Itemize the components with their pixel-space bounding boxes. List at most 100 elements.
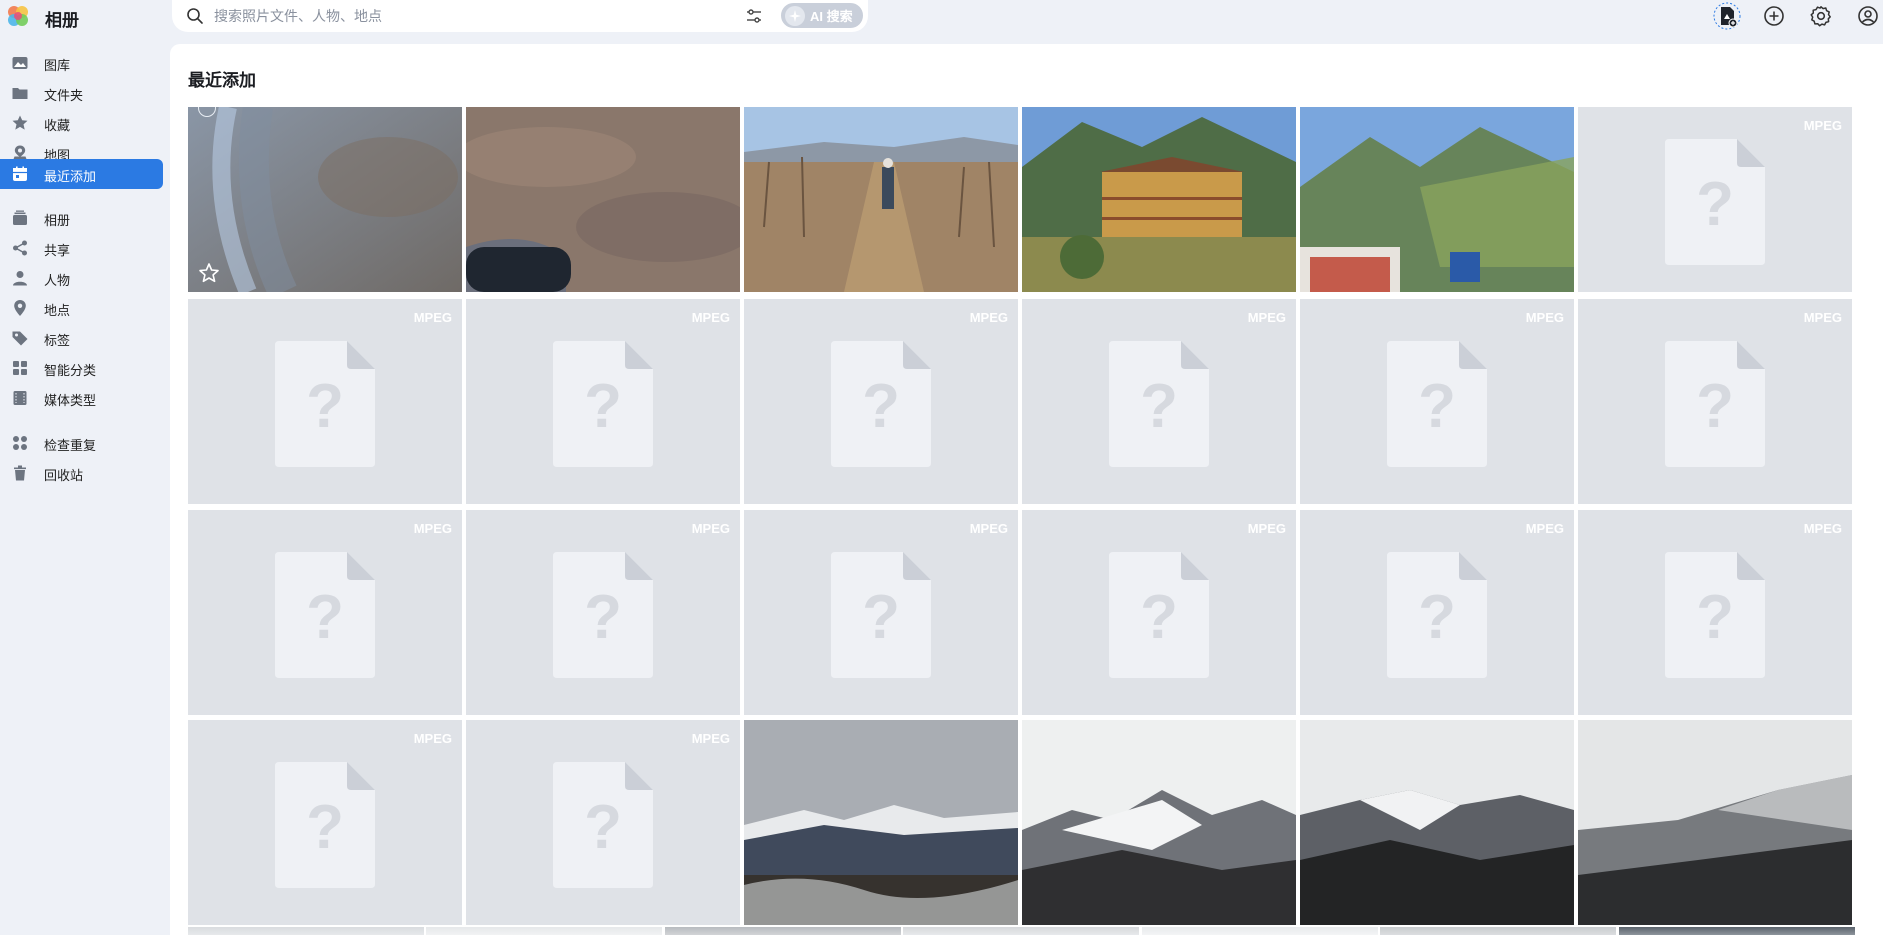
sidebar-item-media-types[interactable]: 媒体类型	[0, 383, 163, 413]
placeholder-thumbnail[interactable]: MPEG ?	[1300, 299, 1574, 504]
placeholder-thumbnail[interactable]: MPEG ?	[188, 299, 462, 504]
placeholder-thumbnail[interactable]: MPEG ?	[1022, 510, 1296, 715]
sidebar-item-albums[interactable]: 相册	[0, 203, 163, 233]
placeholder-thumbnail[interactable]: MPEG ?	[744, 510, 1018, 715]
placeholder-thumbnail[interactable]: MPEG ?	[466, 720, 740, 925]
tag-icon	[11, 329, 29, 347]
unknown-file-icon: ?	[275, 551, 375, 678]
unknown-file-icon: ?	[275, 340, 375, 467]
file-type-label: MPEG	[1803, 310, 1842, 325]
page-title: 最近添加	[188, 71, 256, 90]
gallery-icon	[11, 54, 29, 72]
photo-thumbnail[interactable]	[1619, 927, 1855, 935]
photo-thumbnail[interactable]	[188, 107, 462, 292]
sidebar-item-check-duplicates[interactable]: 检查重复	[0, 428, 163, 458]
placeholder-thumbnail[interactable]: MPEG ?	[1578, 510, 1852, 715]
svg-text:?: ?	[862, 583, 900, 652]
file-type-label: MPEG	[1247, 310, 1286, 325]
sidebar-item-shared[interactable]: 共享	[0, 233, 163, 263]
file-type-label: MPEG	[1803, 521, 1842, 536]
photo-thumbnail[interactable]	[1380, 927, 1616, 935]
sparkle-icon	[785, 5, 805, 26]
sidebar-item-gallery[interactable]: 图库	[0, 48, 163, 78]
unknown-file-icon: ?	[1665, 551, 1765, 678]
photo-thumbnail[interactable]	[188, 927, 424, 935]
unknown-file-icon: ?	[1665, 138, 1765, 265]
sidebar-item-people[interactable]: 人物	[0, 263, 163, 293]
ai-search-button[interactable]: AI 搜索	[779, 1, 865, 30]
search-icon	[186, 7, 204, 25]
location-icon	[11, 299, 29, 317]
placeholder-thumbnail[interactable]: MPEG ?	[466, 299, 740, 504]
photo-thumbnail[interactable]	[744, 107, 1018, 292]
svg-text:?: ?	[1140, 372, 1178, 441]
file-type-label: MPEG	[969, 310, 1008, 325]
add-icon[interactable]	[1760, 2, 1788, 30]
folder-icon	[11, 84, 29, 102]
unknown-file-icon: ?	[1387, 551, 1487, 678]
placeholder-thumbnail[interactable]: MPEG ?	[188, 510, 462, 715]
file-type-label: MPEG	[691, 521, 730, 536]
media-type-icon	[11, 389, 29, 407]
sidebar-item-favorites[interactable]: 收藏	[0, 108, 163, 138]
svg-text:?: ?	[1696, 170, 1734, 239]
photo-thumbnail[interactable]	[1300, 107, 1574, 292]
placeholder-thumbnail[interactable]: MPEG ?	[1578, 107, 1852, 292]
sidebar-item-folder[interactable]: 文件夹	[0, 78, 163, 108]
placeholder-thumbnail[interactable]: MPEG ?	[1578, 299, 1852, 504]
photo-thumbnail[interactable]	[744, 720, 1018, 925]
file-type-label: MPEG	[969, 521, 1008, 536]
photo-thumbnail[interactable]	[1300, 720, 1574, 925]
sidebar-item-smart-categories[interactable]: 智能分类	[0, 353, 163, 383]
unknown-file-icon: ?	[1387, 340, 1487, 467]
placeholder-thumbnail[interactable]: MPEG ?	[466, 510, 740, 715]
photo-thumbnail[interactable]	[1022, 107, 1296, 292]
unknown-file-icon: ?	[831, 551, 931, 678]
smart-category-icon	[11, 359, 29, 377]
placeholder-thumbnail[interactable]: MPEG ?	[1300, 510, 1574, 715]
photo-thumbnail[interactable]	[903, 927, 1139, 935]
file-type-label: MPEG	[1247, 521, 1286, 536]
album-icon	[11, 209, 29, 227]
file-type-label: MPEG	[1525, 521, 1564, 536]
unknown-file-icon: ?	[275, 761, 375, 888]
sidebar-item-places[interactable]: 地点	[0, 293, 163, 323]
placeholder-thumbnail[interactable]: MPEG ?	[1022, 299, 1296, 504]
svg-text:?: ?	[584, 583, 622, 652]
svg-text:?: ?	[306, 793, 344, 862]
svg-text:?: ?	[1418, 583, 1456, 652]
photo-thumbnail[interactable]	[665, 927, 901, 935]
file-type-label: MPEG	[1803, 118, 1842, 133]
search-input[interactable]	[214, 6, 714, 26]
placeholder-thumbnail[interactable]: MPEG ?	[188, 720, 462, 925]
file-type-label: MPEG	[413, 310, 452, 325]
file-type-label: MPEG	[413, 521, 452, 536]
photo-thumbnail[interactable]	[1142, 927, 1378, 935]
sidebar-item-tags[interactable]: 标签	[0, 323, 163, 353]
photo-thumbnail[interactable]	[1022, 720, 1296, 925]
svg-text:?: ?	[584, 793, 622, 862]
account-icon[interactable]	[1854, 2, 1882, 30]
unknown-file-icon: ?	[553, 551, 653, 678]
placeholder-thumbnail[interactable]: MPEG ?	[744, 299, 1018, 504]
svg-text:?: ?	[1418, 372, 1456, 441]
upload-icon[interactable]	[1713, 2, 1741, 30]
ai-search-label: AI 搜索	[810, 9, 853, 24]
unknown-file-icon: ?	[553, 340, 653, 467]
favorite-star-icon[interactable]	[198, 262, 220, 284]
svg-text:?: ?	[1696, 372, 1734, 441]
filter-icon[interactable]	[745, 7, 763, 25]
photo-thumbnail[interactable]	[1578, 720, 1852, 925]
photo-thumbnail[interactable]	[466, 107, 740, 292]
settings-icon[interactable]	[1807, 2, 1835, 30]
unknown-file-icon: ?	[1109, 551, 1209, 678]
photo-thumbnail[interactable]	[426, 927, 662, 935]
unknown-file-icon: ?	[553, 761, 653, 888]
svg-text:?: ?	[1140, 583, 1178, 652]
app-title: 相册	[45, 11, 79, 30]
sidebar-item-trash[interactable]: 回收站	[0, 458, 163, 488]
sidebar-item-recently-added[interactable]: 最近添加	[0, 159, 163, 189]
svg-text:?: ?	[584, 372, 622, 441]
svg-text:?: ?	[862, 372, 900, 441]
calendar-icon	[11, 165, 29, 183]
